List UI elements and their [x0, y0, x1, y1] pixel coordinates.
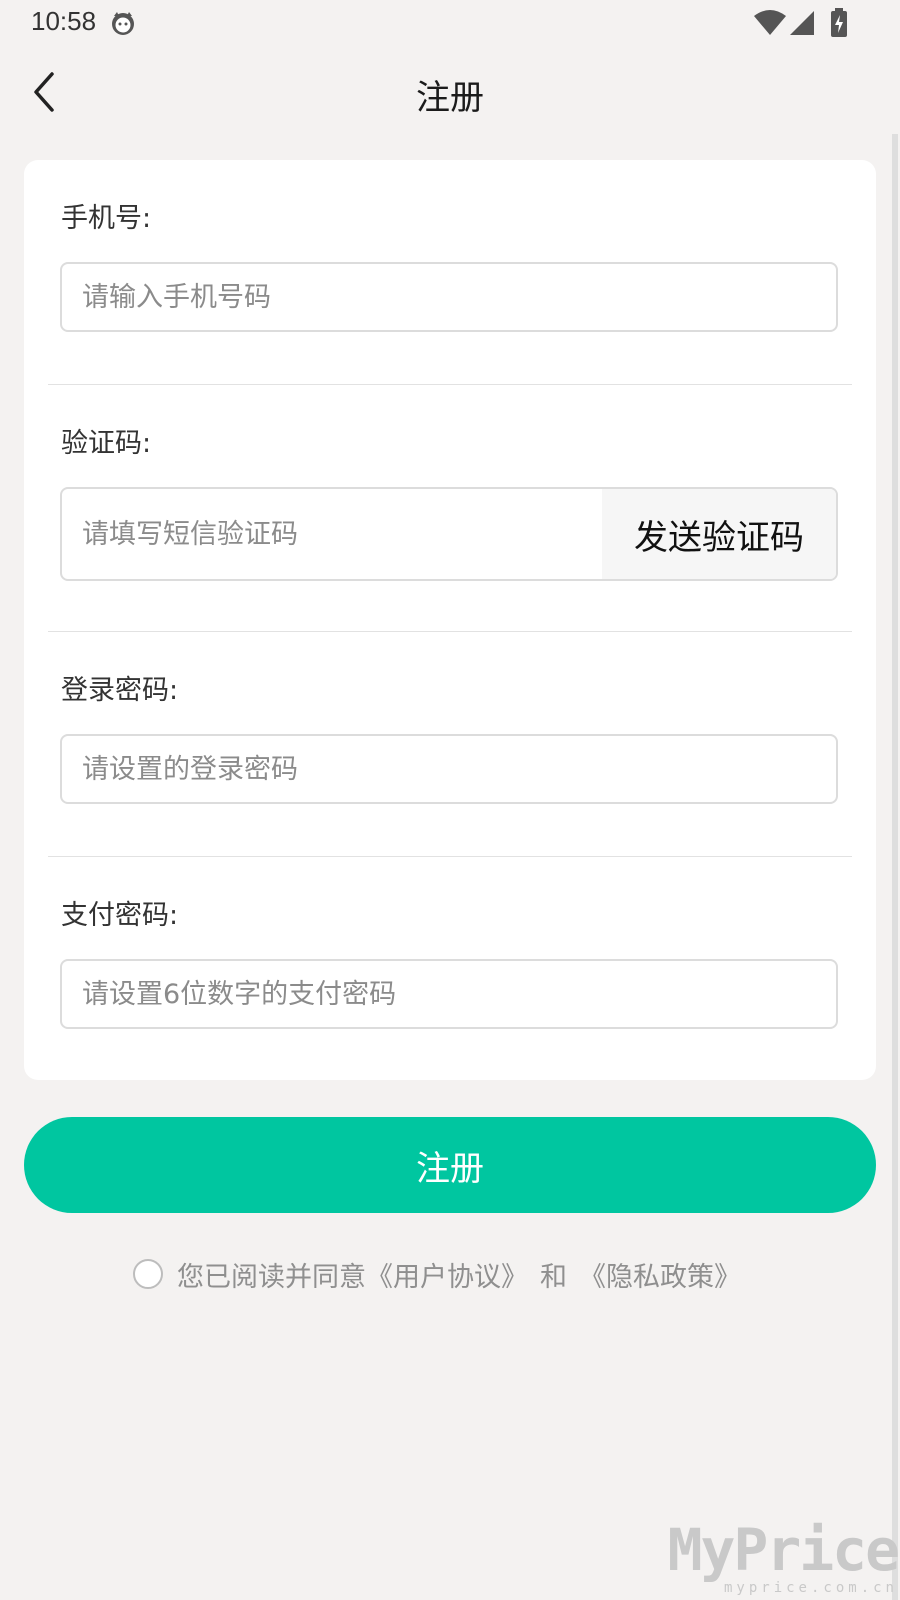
code-label: 验证码:	[61, 428, 152, 459]
send-code-button[interactable]: 发送验证码	[602, 489, 836, 579]
battery-charging-icon	[831, 8, 847, 37]
scrollbar	[892, 134, 898, 1600]
privacy-policy-link[interactable]: 《隐私政策》	[579, 1255, 741, 1294]
status-bar: 10:58	[0, 0, 900, 48]
phone-input[interactable]	[60, 262, 838, 332]
watermark-logo: MyPrice	[667, 1516, 900, 1584]
agreement-row: 您已阅读并同意 《用户协议》 和 《隐私政策》	[133, 1252, 741, 1296]
divider	[48, 856, 852, 857]
watermark: MyPrice myprice.com.cn	[667, 1516, 900, 1596]
page-title: 注册	[416, 78, 484, 118]
agreement-text: 您已阅读并同意	[177, 1261, 366, 1293]
pay-password-input[interactable]	[60, 959, 838, 1029]
user-agreement-link[interactable]: 《用户协议》	[366, 1255, 528, 1294]
divider	[48, 631, 852, 632]
wifi-icon	[754, 10, 786, 35]
cat-icon	[112, 12, 134, 35]
pay-password-label: 支付密码:	[61, 900, 179, 931]
status-icons	[754, 8, 850, 38]
signal-icon	[790, 11, 814, 35]
login-password-input[interactable]	[60, 734, 838, 804]
agree-checkbox[interactable]	[133, 1259, 163, 1289]
divider	[48, 384, 852, 385]
code-field-row: 发送验证码	[60, 487, 838, 581]
header-bar: 注册	[0, 48, 900, 134]
login-password-label: 登录密码:	[61, 675, 179, 706]
status-time: 10:58	[31, 6, 97, 36]
register-form-card: 手机号: 验证码: 发送验证码 登录密码: 支付密码:	[24, 160, 876, 1080]
code-input[interactable]	[62, 489, 602, 579]
agreement-and: 和	[540, 1261, 567, 1293]
register-button[interactable]: 注册	[24, 1117, 876, 1213]
phone-label: 手机号:	[61, 203, 152, 234]
